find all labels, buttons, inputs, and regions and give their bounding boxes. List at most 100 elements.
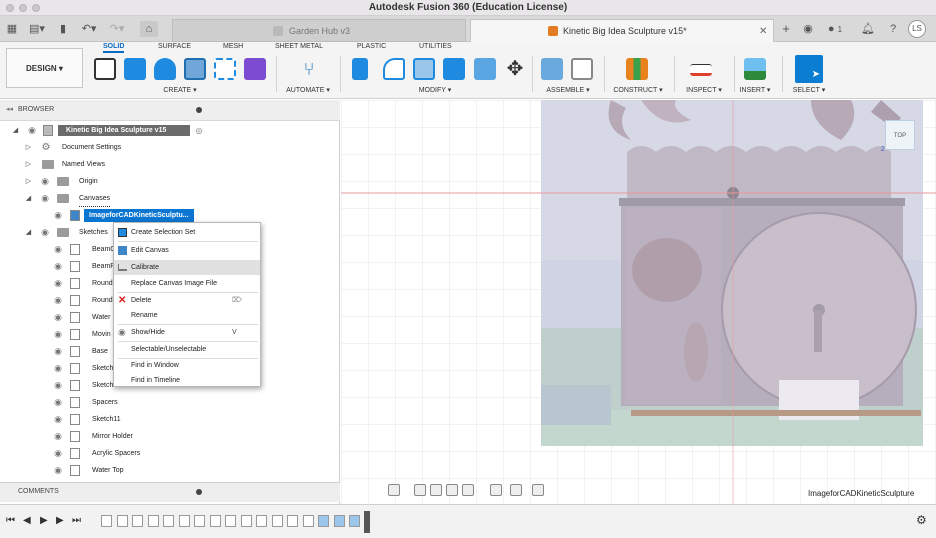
chamfer-icon[interactable] — [413, 58, 435, 80]
new-component-icon[interactable] — [541, 58, 563, 80]
timeline-feature-icon[interactable] — [318, 515, 329, 527]
revolve-icon[interactable] — [154, 58, 176, 80]
pin-icon[interactable] — [196, 489, 202, 495]
tab-kinetic-sculpture[interactable]: Kinetic Big Idea Sculpture v15* ✕ — [470, 19, 774, 42]
root-component-label[interactable]: Kinetic Big Idea Sculpture v15 — [58, 125, 190, 136]
tab-mesh[interactable]: MESH — [223, 43, 243, 50]
menu-edit-canvas[interactable]: Edit Canvas — [114, 243, 260, 258]
form-icon[interactable] — [244, 58, 266, 80]
menu-create-selection-set[interactable]: Create Selection Set — [114, 225, 260, 240]
move-icon[interactable]: ✥ — [504, 58, 526, 80]
tab-solid[interactable]: SOLID — [103, 43, 125, 53]
pin-icon[interactable] — [196, 107, 202, 113]
joint-icon[interactable] — [571, 58, 593, 80]
look-at-icon[interactable] — [414, 484, 426, 496]
visibility-eye-icon[interactable]: ◉ — [52, 327, 64, 342]
create-sketch-icon[interactable] — [94, 58, 116, 80]
display-settings-icon[interactable] — [490, 484, 502, 496]
comments-panel[interactable]: COMMENTS — [0, 482, 340, 502]
timeline-feature-icon[interactable] — [225, 515, 236, 527]
expand-triangle-icon[interactable]: ◢ — [24, 191, 33, 206]
visibility-eye-icon[interactable]: ◉ — [39, 174, 51, 189]
expand-triangle-icon[interactable]: ◢ — [11, 123, 20, 138]
close-tab-icon[interactable]: ✕ — [759, 20, 767, 43]
timeline-feature-icon[interactable] — [101, 515, 112, 527]
expand-triangle-icon[interactable]: ▷ — [24, 140, 33, 155]
menu-selectable[interactable]: Selectable/Unselectable — [114, 342, 260, 357]
sketch-item[interactable]: ◉ Acrylic Spacers — [0, 446, 340, 461]
visibility-eye-icon[interactable]: ◉ — [52, 293, 64, 308]
timeline-feature-icon[interactable] — [209, 515, 221, 527]
canvas-image[interactable] — [541, 100, 923, 446]
measure-icon[interactable] — [690, 64, 712, 76]
modify-group-label[interactable]: MODIFY ▾ — [405, 86, 465, 94]
insert-image-icon[interactable] — [744, 58, 766, 80]
tree-item-named-views[interactable]: ▷ Named Views — [0, 157, 340, 172]
sketch-item[interactable]: ◉ Water Top — [0, 463, 340, 478]
expand-triangle-icon[interactable]: ◢ — [24, 225, 33, 240]
shell-icon[interactable] — [443, 58, 465, 80]
timeline-feature-icon[interactable] — [116, 515, 128, 527]
tree-item-document-settings[interactable]: ▷ ⚙︎ Document Settings — [0, 140, 340, 155]
timeline-feature-icon[interactable] — [132, 515, 143, 527]
timeline-feature-icon[interactable] — [240, 515, 252, 527]
visibility-eye-icon[interactable]: ◉ — [39, 191, 51, 206]
timeline-settings-gear-icon[interactable]: ⚙︎ — [916, 513, 927, 527]
tab-plastic[interactable]: PLASTIC — [357, 43, 386, 50]
sketch-item[interactable]: ◉ Sketch11 — [0, 412, 340, 427]
visibility-eye-icon[interactable]: ◉ — [52, 310, 64, 325]
inspect-group-label[interactable]: INSPECT ▾ — [675, 86, 733, 94]
tab-sheet-metal[interactable]: SHEET METAL — [275, 43, 323, 50]
expand-triangle-icon[interactable]: ▷ — [24, 157, 33, 172]
visibility-eye-icon[interactable]: ◉ — [52, 463, 64, 478]
menu-rename[interactable]: Rename — [114, 308, 260, 323]
zoom-icon[interactable] — [446, 484, 458, 496]
avatar[interactable]: LS — [908, 20, 926, 38]
visibility-eye-icon[interactable]: ◉ — [52, 412, 64, 427]
redo-icon[interactable]: ↷▾ — [108, 21, 126, 37]
undo-icon[interactable]: ↶▾ — [80, 21, 98, 37]
activate-radio-icon[interactable]: ◎ — [193, 123, 205, 138]
timeline-feature-icon[interactable] — [256, 515, 267, 527]
home-icon[interactable]: ⌂ — [140, 21, 158, 37]
create-group-label[interactable]: CREATE ▾ — [150, 86, 210, 94]
offset-plane-icon[interactable] — [626, 58, 648, 80]
automate-group-label[interactable]: AUTOMATE ▾ — [278, 86, 338, 94]
selected-canvas-label[interactable]: ImageforCADKineticSculptu... — [84, 209, 194, 222]
visibility-eye-icon[interactable]: ◉ — [52, 276, 64, 291]
step-forward-icon[interactable]: ▶︎ — [56, 515, 64, 526]
pattern-icon[interactable] — [214, 58, 236, 80]
timeline-feature-icon[interactable] — [287, 515, 298, 527]
grid-menu-icon[interactable]: ▦ — [6, 21, 18, 37]
visibility-eye-icon[interactable]: ◉ — [52, 429, 64, 444]
timeline-feature-icon[interactable] — [302, 515, 314, 527]
combine-icon[interactable] — [474, 58, 496, 80]
timeline-feature-icon[interactable] — [333, 515, 345, 527]
menu-calibrate[interactable]: Calibrate — [114, 260, 260, 275]
visibility-eye-icon[interactable]: ◉ — [52, 446, 64, 461]
visibility-eye-icon[interactable]: ◉ — [52, 395, 64, 410]
visibility-eye-icon[interactable]: ◉ — [52, 242, 64, 257]
workspace-switcher[interactable]: DESIGN ▾ — [6, 48, 83, 88]
tree-item-canvases[interactable]: ◢ ◉ Canvases — [0, 191, 340, 207]
menu-replace-canvas-image[interactable]: Replace Canvas Image File — [114, 276, 260, 291]
automate-icon[interactable]: ⑂ — [298, 58, 320, 80]
timeline-feature-icon[interactable] — [147, 515, 159, 527]
tree-item-origin[interactable]: ▷ ◉ Origin — [0, 174, 340, 189]
viewports-icon[interactable] — [532, 484, 544, 496]
step-back-icon[interactable]: ◀︎ — [23, 515, 31, 526]
visibility-eye-icon[interactable]: ◉ — [52, 259, 64, 274]
select-cursor-icon[interactable]: ➤ — [795, 55, 823, 83]
tree-item-canvas-image[interactable]: ◉ ImageforCADKineticSculptu... — [0, 208, 340, 223]
visibility-eye-icon[interactable]: ◉ — [52, 344, 64, 359]
grid-settings-icon[interactable] — [510, 484, 522, 496]
menu-find-in-window[interactable]: Find in Window — [114, 358, 260, 373]
viewcube[interactable]: TOP — [885, 120, 915, 150]
tree-root[interactable]: ◢ ◉ Kinetic Big Idea Sculpture v15 ◎ — [0, 123, 340, 138]
save-icon[interactable]: ▮ — [58, 21, 68, 37]
sketch-item[interactable]: ◉ Spacers — [0, 395, 340, 410]
extrude-icon[interactable] — [124, 58, 146, 80]
visibility-eye-icon[interactable]: ◉ — [39, 225, 51, 240]
sketch-item[interactable]: ◉ Mirror Holder — [0, 429, 340, 444]
go-to-start-icon[interactable]: ⏮︎ — [6, 515, 15, 526]
